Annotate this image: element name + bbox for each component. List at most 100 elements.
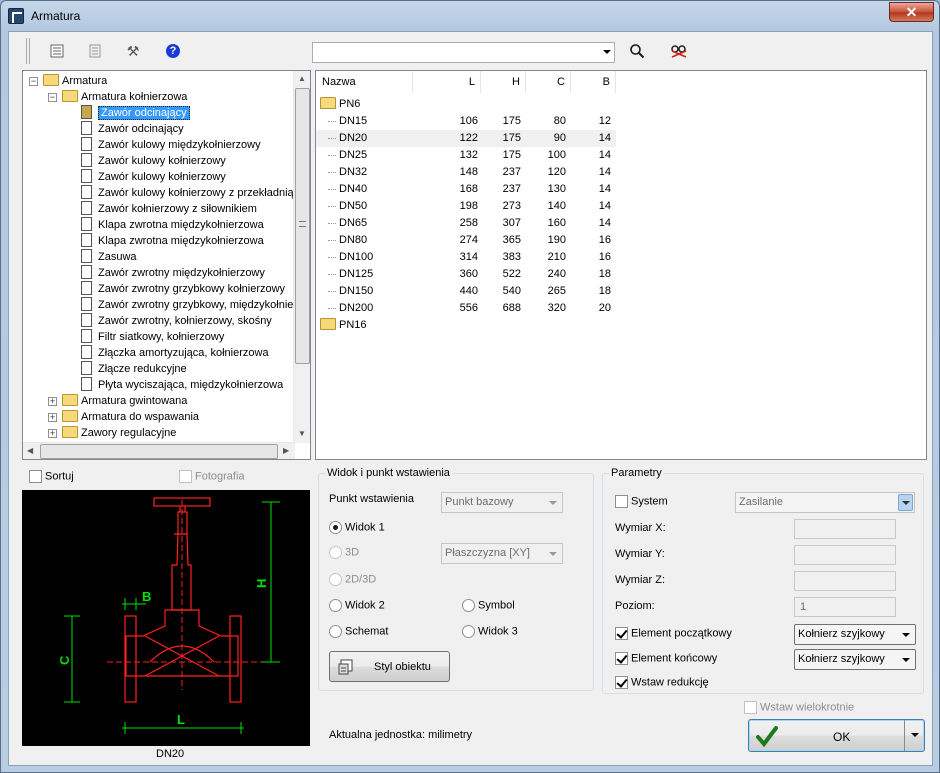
tree-item[interactable]: Klapa zwrotna międzykołnierzowa [81, 233, 264, 249]
system-check[interactable] [615, 495, 628, 508]
tree-item[interactable]: Złączka amortyzująca, kołnierzowa [81, 345, 269, 361]
column-header-c[interactable]: C [526, 71, 571, 93]
tree-horizontal-thumb[interactable] [40, 444, 278, 459]
tree-item[interactable]: Zawór kołnierzowy z siłownikiem [81, 201, 257, 217]
catalog-tree[interactable]: − Armatura − Armatura kołnierzowa Zawór odci… [22, 70, 311, 460]
start-element-check[interactable] [615, 627, 628, 640]
dim-y-field[interactable] [794, 545, 896, 565]
view2d3d-radio[interactable]: 2D/3D [329, 573, 376, 586]
end-element-select[interactable]: Kołnierz szyjkowy [794, 649, 916, 670]
plane-select[interactable]: Płaszczyzna [XY] [441, 543, 563, 564]
insert-reduction-checkbox[interactable]: Wstaw redukcję [615, 676, 709, 689]
tree-horizontal-scrollbar[interactable]: ◀ ▶ [23, 442, 295, 459]
tree-item[interactable]: Zawór zwrotny grzybkowy, międzykołnierzo… [81, 297, 310, 313]
tree-item[interactable]: Zawór kulowy kołnierzowy z przekładnią [81, 185, 294, 201]
tree-item[interactable]: Armatura gwintowana [62, 393, 187, 409]
expand-icon[interactable]: + [48, 429, 57, 438]
view3d-radio-dot[interactable] [329, 546, 342, 559]
ok-dropdown-button[interactable] [904, 720, 924, 751]
start-element-checkbox[interactable]: Element początkowy [615, 627, 732, 640]
system-dropdown-button[interactable] [898, 494, 913, 511]
tree-item[interactable]: Zawór zwrotny, kołnierzowy, skośny [81, 313, 272, 329]
tree-vertical-thumb[interactable] [295, 88, 310, 364]
sort-checkbox[interactable]: Sortuj [29, 470, 74, 483]
tree-item[interactable]: Złącze redukcyjne [81, 361, 187, 377]
table-row[interactable]: DN50 198 273 140 14 [316, 198, 616, 215]
tree-item[interactable]: Zawór odcinający [81, 121, 184, 137]
table-row[interactable]: DN25 132 175 100 14 [316, 147, 616, 164]
view3-radio-dot[interactable] [462, 625, 475, 638]
list-view-button[interactable] [45, 40, 69, 62]
tree-vertical-scrollbar[interactable]: ▲ ▼ [293, 71, 310, 443]
tree-item[interactable]: Zasuwa [81, 249, 137, 265]
table-row[interactable]: DN100 314 383 210 16 [316, 249, 616, 266]
level-field[interactable]: 1 [794, 597, 896, 617]
start-element-select[interactable]: Kołnierz szyjkowy [794, 624, 916, 645]
table-row[interactable]: DN40 168 237 130 14 [316, 181, 616, 198]
view1-radio[interactable]: Widok 1 [329, 521, 385, 534]
scroll-right-icon[interactable]: ▶ [283, 446, 289, 455]
expand-icon[interactable]: + [48, 397, 57, 406]
scroll-up-icon[interactable]: ▲ [298, 74, 306, 83]
table-row[interactable]: DN125 360 522 240 18 [316, 266, 616, 283]
tree-item[interactable]: Filtr siatkowy, kołnierzowy [81, 329, 224, 345]
close-button[interactable]: ✕ [889, 2, 934, 22]
multi-insert-checkbox[interactable]: Wstaw wielokrotnie [744, 701, 854, 714]
group-row[interactable]: PN16 [320, 317, 367, 334]
dim-x-field[interactable] [794, 519, 896, 539]
title-bar[interactable]: Armatura ✕ [1, 1, 939, 31]
tree-item[interactable]: Zawory regulacyjne [62, 425, 176, 441]
view2-radio-dot[interactable] [329, 599, 342, 612]
tree-item[interactable]: Zawór kulowy międzykołnierzowy [81, 137, 261, 153]
table-row[interactable]: DN150 440 540 265 18 [316, 283, 616, 300]
ok-button[interactable]: OK [748, 719, 925, 752]
view3-radio[interactable]: Widok 3 [462, 625, 518, 638]
tree-item[interactable]: Zawór kulowy kołnierzowy [81, 169, 226, 185]
toolbar-grip[interactable] [26, 38, 30, 64]
column-header-l[interactable]: L [413, 71, 481, 93]
group-row[interactable]: PN6 [320, 96, 360, 113]
search-button[interactable] [625, 40, 649, 62]
search-combo[interactable] [312, 42, 615, 63]
help-button[interactable]: ? [161, 40, 185, 62]
scroll-left-icon[interactable]: ◀ [27, 446, 33, 455]
tree-item[interactable]: Armatura kołnierzowa [62, 89, 187, 105]
collapse-icon[interactable]: − [29, 77, 38, 86]
tree-item[interactable]: Zawór odcinający [81, 105, 190, 121]
column-header-name[interactable]: Nazwa [316, 71, 413, 93]
expand-icon[interactable]: + [48, 413, 57, 422]
column-header-b[interactable]: B [571, 71, 616, 93]
tree-item[interactable]: Zawór kulowy kołnierzowy [81, 153, 226, 169]
symbol-radio-dot[interactable] [462, 599, 475, 612]
view2d3d-radio-dot[interactable] [329, 573, 342, 586]
tools-button[interactable]: ⚒ [121, 40, 145, 62]
table-row[interactable]: DN32 148 237 120 14 [316, 164, 616, 181]
symbol-radio[interactable]: Symbol [462, 599, 515, 612]
schema-radio-dot[interactable] [329, 625, 342, 638]
multi-insert-check[interactable] [744, 701, 757, 714]
sort-check[interactable] [29, 470, 42, 483]
tree-item[interactable]: Płyta wyciszająca, międzykołnierzowa [81, 377, 283, 393]
table-row[interactable]: DN15 106 175 80 12 [316, 113, 616, 130]
tree-item[interactable]: Zawór zwrotny grzybkowy kołnierzowy [81, 281, 285, 297]
tree-item[interactable]: Zawór zwrotny międzykołnierzowy [81, 265, 265, 281]
dim-z-field[interactable] [794, 571, 896, 591]
schema-radio[interactable]: Schemat [329, 625, 388, 638]
end-element-checkbox[interactable]: Element końcowy [615, 652, 717, 665]
system-checkbox[interactable]: System [615, 495, 668, 508]
system-select[interactable]: Zasilanie [735, 492, 915, 513]
table-row[interactable]: DN65 258 307 160 14 [316, 215, 616, 232]
view3d-radio[interactable]: 3D [329, 546, 359, 559]
table-row[interactable]: DN20 122 175 90 14 [316, 130, 616, 147]
object-style-button[interactable]: Styl obiektu [329, 651, 450, 682]
dimensions-table[interactable]: Nazwa L H C B PN6 DN15 106 175 80 12 DN20 122 17… [315, 70, 927, 460]
view2-radio[interactable]: Widok 2 [329, 599, 385, 612]
photo-check[interactable] [179, 470, 192, 483]
table-row[interactable]: DN200 556 688 320 20 [316, 300, 616, 317]
end-element-check[interactable] [615, 652, 628, 665]
collapse-icon[interactable]: − [48, 93, 57, 102]
table-row[interactable]: DN80 274 365 190 16 [316, 232, 616, 249]
tree-item[interactable]: Klapa zwrotna międzykołnierzowa [81, 217, 264, 233]
tree-item[interactable]: Armatura do wspawania [62, 409, 199, 425]
insert-point-select[interactable]: Punkt bazowy [441, 492, 563, 513]
